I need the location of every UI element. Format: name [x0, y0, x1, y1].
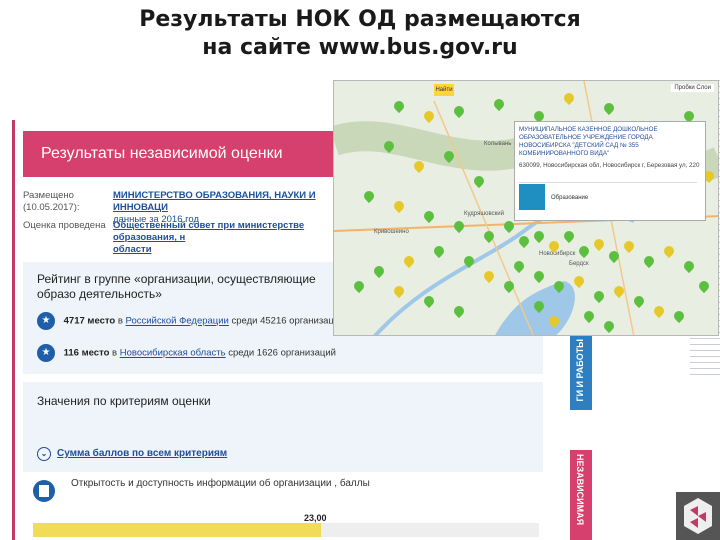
rank-row-russia: ★ 4717 место в Российской Федерации сред…: [37, 312, 345, 331]
score-bar: [33, 523, 539, 537]
map-popup[interactable]: МУНИЦИПАЛЬНОЕ КАЗЕННОЕ ДОШКОЛЬНОЕ ОБРАЗО…: [514, 121, 706, 221]
rank-row-region: ★ 116 место в Новосибирская область сред…: [37, 344, 336, 363]
city-label: Кривошеино: [374, 229, 409, 235]
region-link-russia[interactable]: Российской Федерации: [126, 316, 229, 327]
rank-prefix: в: [112, 347, 118, 359]
meta-placed-label: Размещено (10.05.2017):: [23, 190, 80, 213]
star-icon: ★: [37, 312, 55, 330]
rank-prefix: в: [117, 315, 123, 327]
logo-icon: [684, 498, 712, 534]
tab-work[interactable]: ГИ И РАБОТЫ: [570, 335, 592, 410]
tab-work-label: ГИ И РАБОТЫ: [575, 339, 585, 402]
criteria-title: Значения по критериям оценки: [37, 394, 211, 408]
city-label: Бердск: [569, 261, 589, 267]
meta-evaluator-value[interactable]: Общественный совет при министерстве обра…: [113, 220, 338, 256]
city-label: Колывань: [484, 141, 512, 147]
ministry-link[interactable]: МИНИСТЕРСТВО ОБРАЗОВАНИЯ, НАУКИ И ИННОВА…: [113, 190, 316, 213]
rating-title: Рейтинг в группе «организации, осуществл…: [37, 272, 316, 301]
council-link-cont[interactable]: области: [113, 244, 152, 255]
city-label: Новосибирск: [539, 251, 576, 257]
slide-title: Результаты НОК ОД размещаются на сайте w…: [0, 6, 720, 62]
slide-title-line2: на сайте www.bus.gov.ru: [202, 35, 518, 60]
map[interactable]: Найти Пробки Слои Колывань Кривошеино Ку…: [333, 80, 719, 336]
sum-criteria-link[interactable]: ⌄ Сумма баллов по всем критериям: [37, 447, 227, 461]
document-icon: [33, 480, 55, 502]
rank-place: 116 место: [63, 347, 110, 359]
open-info-label: Открытость и доступность информации об о…: [71, 478, 370, 489]
meta-evaluator-label: Оценка проведена: [23, 220, 106, 231]
region-link-nsk[interactable]: Новосибирская область: [120, 348, 226, 359]
council-link[interactable]: Общественный совет при министерстве обра…: [113, 220, 304, 243]
popup-address: 630099, Новосибирская обл, Новосибирск г…: [519, 162, 700, 169]
map-tools[interactable]: Пробки Слои: [671, 84, 714, 92]
logo: [676, 492, 720, 540]
rank-suffix: среди 45216 организаций: [231, 315, 345, 327]
score-bar-fill: [33, 523, 322, 537]
criteria-panel: Значения по критериям оценки ⌄ Сумма балл…: [23, 382, 543, 472]
popup-org-title[interactable]: МУНИЦИПАЛЬНОЕ КАЗЕННОЕ ДОШКОЛЬНОЕ ОБРАЗО…: [519, 126, 701, 158]
tab-independent[interactable]: НЕЗАВИСИМАЯ: [570, 450, 592, 540]
chevron-down-icon: ⌄: [37, 447, 51, 461]
star-icon: ★: [37, 344, 55, 362]
popup-category: Образование: [519, 182, 697, 212]
map-search-button[interactable]: Найти: [434, 84, 454, 96]
sum-criteria-label: Сумма баллов по всем критериям: [57, 448, 228, 459]
score-value: 23,00: [304, 513, 327, 523]
rank-suffix: среди 1626 организаций: [228, 347, 336, 359]
city-label: Кудряшовский: [464, 211, 504, 217]
slide-title-line1: Результаты НОК ОД размещаются: [139, 7, 581, 32]
rank-place: 4717 место: [63, 315, 116, 327]
slide: Результаты НОК ОД размещаются на сайте w…: [0, 0, 720, 540]
tab-independent-label: НЕЗАВИСИМАЯ: [575, 454, 585, 526]
